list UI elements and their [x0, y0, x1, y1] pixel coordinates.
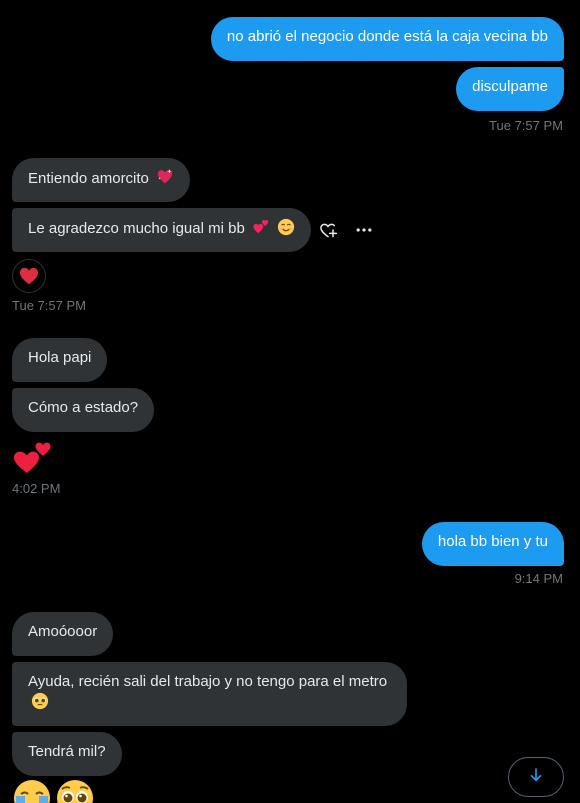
- timestamp: 9:14 PM: [514, 571, 563, 586]
- message-received[interactable]: Tendrá mil?: [12, 732, 122, 776]
- two-hearts-icon: [252, 218, 270, 242]
- message-received[interactable]: Ayuda, recién sali del trabajo y no teng…: [12, 662, 407, 726]
- pleading-face-icon[interactable]: [56, 779, 94, 803]
- message-received[interactable]: Hola papi: [12, 338, 108, 382]
- message-text: Hola papi: [28, 349, 92, 366]
- timestamp: Tue 7:57 PM: [12, 298, 86, 313]
- two-hearts-icon[interactable]: [12, 437, 54, 482]
- message-sent[interactable]: no abrió el negocio donde está la caja v…: [210, 17, 564, 61]
- sparkling-heart-icon: [156, 168, 174, 192]
- loudly-crying-face-icon[interactable]: [13, 779, 51, 803]
- red-heart-icon[interactable]: [12, 259, 46, 293]
- message-sent[interactable]: disculpame: [456, 67, 564, 111]
- message-text: Cómo a estado?: [28, 399, 139, 416]
- more-icon[interactable]: [352, 218, 376, 242]
- smiling-face-icon: [277, 218, 295, 242]
- message-received[interactable]: Cómo a estado?: [12, 388, 155, 432]
- pleading-face-icon: [31, 692, 49, 716]
- timestamp: Tue 7:57 PM: [489, 118, 563, 133]
- message-text: Ayuda, recién sali del trabajo y no teng…: [28, 673, 388, 690]
- message-text: hola bb bien y tu: [437, 533, 548, 550]
- message-text: Entiendo amorcito: [28, 170, 149, 187]
- message-sent[interactable]: hola bb bien y tu: [421, 522, 564, 566]
- timestamp: 4:02 PM: [12, 481, 61, 496]
- message-text: Amoóooor: [28, 623, 98, 640]
- add-reaction-icon[interactable]: [316, 218, 340, 242]
- chat-thread: no abrió el negocio donde está la caja v…: [0, 0, 580, 803]
- message-text: disculpame: [472, 78, 548, 95]
- message-text: Tendrá mil?: [28, 743, 106, 760]
- message-text: Le agradezco mucho igual mi bb: [28, 220, 245, 237]
- message-received[interactable]: Entiendo amorcito: [12, 158, 191, 202]
- arrow-down-icon: [527, 766, 545, 789]
- scroll-to-bottom-button[interactable]: [508, 757, 564, 797]
- message-text: no abrió el negocio donde está la caja v…: [226, 28, 548, 45]
- message-received[interactable]: Amoóooor: [12, 612, 114, 656]
- message-received[interactable]: Le agradezco mucho igual mi bb: [12, 208, 312, 252]
